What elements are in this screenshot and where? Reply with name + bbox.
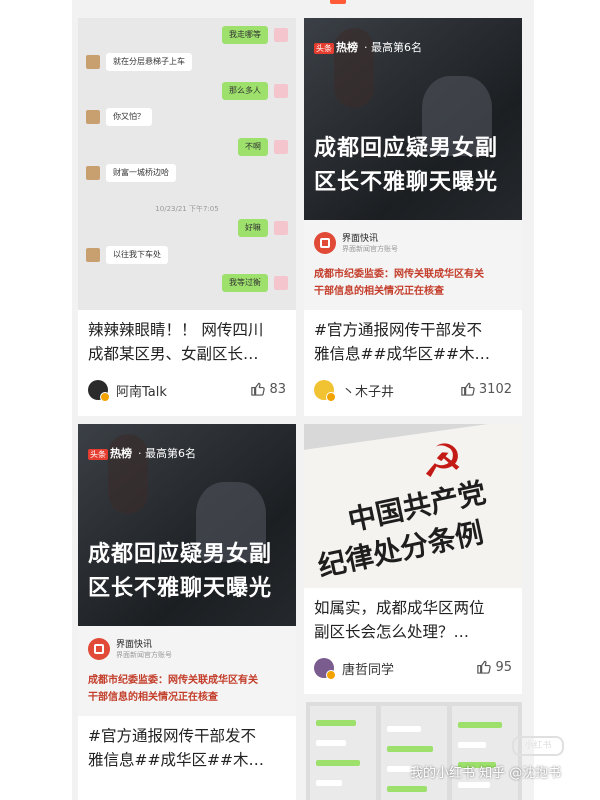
news-source: 界面快讯: [342, 234, 379, 244]
note-card-partial[interactable]: [306, 702, 522, 800]
note-card[interactable]: ☭ 中国共产党 纪律处分条例 如属实，成都成华区两位 副区长会怎么处理？… 唐哲…: [304, 424, 522, 694]
like-button[interactable]: 83: [250, 381, 286, 397]
chat-bubble: 财富一城桥边哈: [106, 164, 176, 182]
author-name[interactable]: 丶木子井: [342, 381, 394, 400]
news-screenshot-thumbnail: 头条 热榜 · 最高第6名 成都回应疑男女副 区长不雅聊天曝光 界面快讯 界面新闻官…: [304, 18, 522, 310]
chat-timestamp: 10/23/21 下午7:05: [155, 205, 219, 213]
news-body: 成都市纪委监委：网传关联成华区有关 干部信息的相关情况正在核查: [88, 675, 258, 703]
note-title[interactable]: #官方通报网传干部发不 雅信息##成华区##木…: [88, 724, 286, 772]
note-meta: 丶木子井 3102: [314, 378, 512, 402]
avatar[interactable]: [314, 658, 336, 680]
chat-bubble: 你又怕？: [106, 108, 152, 126]
news-headline: 成都回应疑男女副 区长不雅聊天曝光: [314, 136, 499, 195]
chat-bubble: 不啊: [238, 138, 268, 156]
chat-bubble: 好嘛: [238, 219, 268, 237]
watermark-badge: 小红书: [512, 736, 564, 756]
chat-bubble: 那么多人: [222, 82, 268, 100]
chat-bubble: 我走哪等: [222, 26, 268, 44]
news-body: 成都市纪委监委：网传关联成华区有关 干部信息的相关情况正在核查: [314, 269, 484, 297]
avatar[interactable]: [88, 380, 110, 402]
news-source-logo: [88, 638, 110, 660]
author-name[interactable]: 唐哲同学: [342, 659, 394, 678]
thumbs-up-icon: [251, 382, 266, 396]
author-name[interactable]: 阿南Talk: [116, 381, 167, 400]
watermark-text: 我的小红书 知乎 @沈抱书: [410, 766, 562, 781]
like-count: 95: [495, 660, 512, 675]
regulation-book-thumbnail: ☭ 中国共产党 纪律处分条例: [304, 424, 522, 588]
note-meta: 阿南Talk 83: [88, 378, 286, 402]
chat-bubble: 就在分层悬梯子上车: [106, 53, 192, 71]
note-card[interactable]: 我走哪等 就在分层悬梯子上车 那么多人 你又怕？ 不啊 财富一城桥边哈 10/2…: [78, 18, 296, 416]
chat-bubble: 以往我下车处: [106, 246, 168, 264]
note-title[interactable]: 辣辣辣眼睛！！ 网传四川 成都某区男、女副区长…: [88, 318, 286, 366]
note-title[interactable]: 如属实，成都成华区两位 副区长会怎么处理？…: [314, 596, 512, 644]
news-source-sub: 界面新闻官方账号: [116, 651, 172, 659]
avatar[interactable]: [314, 380, 336, 402]
news-source-logo: [314, 232, 336, 254]
news-source-sub: 界面新闻官方账号: [342, 245, 398, 253]
chat-bubble: 我等过衡: [222, 274, 268, 292]
hot-rank-label: 头条 热榜 · 最高第6名: [88, 447, 196, 460]
chat-screenshot-thumbnail: 我走哪等 就在分层悬梯子上车 那么多人 你又怕？ 不啊 财富一城桥边哈 10/2…: [78, 18, 296, 310]
like-button[interactable]: 95: [476, 659, 512, 675]
hot-rank-label: 头条 热榜 · 最高第6名: [314, 41, 422, 54]
active-tab-indicator: [330, 0, 346, 4]
like-count: 83: [269, 382, 286, 397]
news-source: 界面快讯: [116, 640, 153, 650]
like-button[interactable]: 3102: [460, 381, 512, 397]
note-card[interactable]: 头条 热榜 · 最高第6名 成都回应疑男女副 区长不雅聊天曝光 界面快讯 界面新闻官…: [78, 424, 296, 800]
feed-grid: 我走哪等 就在分层悬梯子上车 那么多人 你又怕？ 不啊 财富一城桥边哈 10/2…: [72, 0, 534, 800]
news-screenshot-thumbnail: 头条 热榜 · 最高第6名 成都回应疑男女副 区长不雅聊天曝光 界面快讯 界面新闻官…: [78, 424, 296, 716]
thumbs-up-icon: [461, 382, 475, 396]
note-meta: 唐哲同学 95: [314, 656, 512, 680]
note-card[interactable]: 头条 热榜 · 最高第6名 成都回应疑男女副 区长不雅聊天曝光 界面快讯 界面新闻官…: [304, 18, 522, 416]
news-headline: 成都回应疑男女副 区长不雅聊天曝光: [88, 542, 273, 601]
like-count: 3102: [478, 382, 512, 397]
note-title[interactable]: #官方通报网传干部发不 雅信息##成华区##木…: [314, 318, 512, 366]
thumbs-up-icon: [477, 660, 492, 674]
